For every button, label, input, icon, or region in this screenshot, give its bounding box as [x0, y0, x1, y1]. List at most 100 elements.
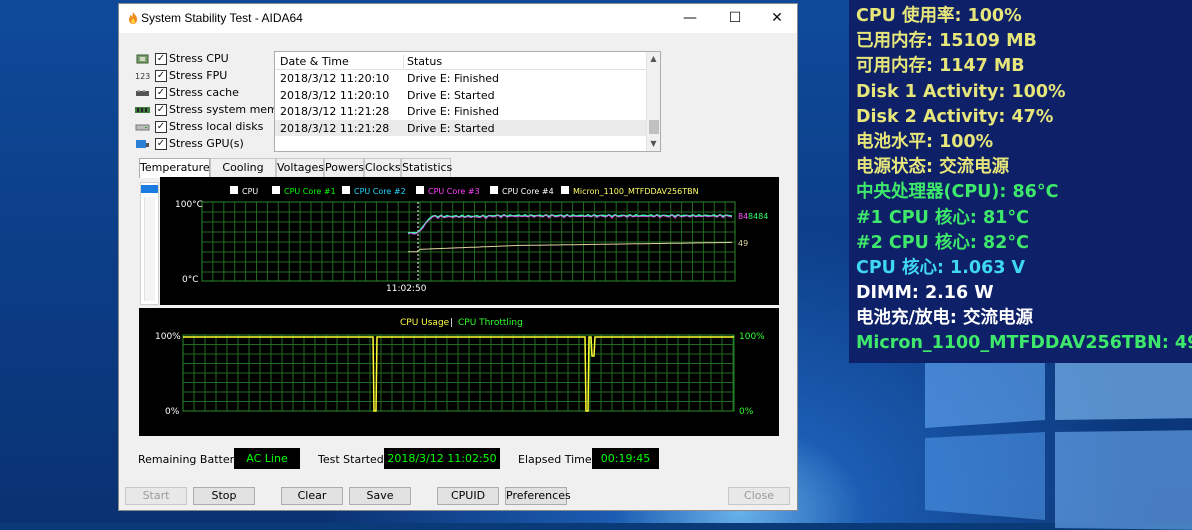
temperature-graph: CPU CPU Core #1 CPU Core #2 CPU Core #3 CPU … [175, 186, 768, 294]
sensor-line: CPU 核心: 1.063 V [856, 257, 1026, 278]
memory-icon [135, 107, 150, 113]
cpu-temp-series [408, 213, 733, 234]
stress-disks-option[interactable]: ✓ Stress local disks [133, 119, 278, 136]
svg-text:123: 123 [135, 72, 150, 81]
stop-button[interactable]: Stop [193, 487, 255, 505]
status-log: Date & Time Status 2018/3/12 11:20:10 Dr… [274, 51, 661, 152]
log-row[interactable]: 2018/3/12 11:20:10 Drive E: Finished [275, 70, 660, 87]
log-row[interactable]: 2018/3/12 11:21:28 Drive E: Finished [275, 103, 660, 120]
legend-checkbox[interactable] [342, 186, 350, 194]
log-status: Drive E: Started [407, 121, 495, 135]
temp-value-right: 8484 [748, 212, 768, 221]
cpuid-button[interactable]: CPUID [437, 487, 499, 505]
stress-memory-checkbox[interactable]: ✓ [155, 104, 167, 116]
stress-cache-option[interactable]: ✓ Stress cache [133, 85, 278, 102]
legend-checkbox[interactable] [272, 186, 280, 194]
scroll-down-icon[interactable]: ▼ [647, 137, 660, 151]
legend-label: CPU Core #4 [502, 187, 554, 196]
stress-cpu-checkbox[interactable]: ✓ [155, 53, 167, 65]
gpu-icon [136, 140, 149, 148]
sensor-selector-bar[interactable] [140, 182, 159, 305]
preferences-button[interactable]: Preferences [505, 487, 571, 505]
close-button[interactable]: Close [728, 487, 790, 505]
sensor-line: 电池水平: 100% [856, 131, 994, 152]
stress-cpu-label: Stress CPU [169, 52, 229, 65]
tab-clocks[interactable]: Clocks [364, 158, 401, 177]
scroll-thumb[interactable] [649, 120, 659, 134]
status-column-header[interactable]: Status [403, 55, 633, 68]
temp-y-bottom-label: 0°C [182, 275, 199, 285]
log-date: 2018/3/12 11:20:10 [280, 72, 390, 85]
close-window-button[interactable]: ✕ [757, 4, 797, 33]
cpu-throttling-legend: CPU Throttling [458, 318, 523, 328]
log-date: 2018/3/12 11:21:28 [280, 105, 390, 118]
log-date: 2018/3/12 11:21:28 [280, 121, 390, 135]
maximize-button[interactable]: ☐ [715, 4, 755, 33]
stress-fpu-label: Stress FPU [169, 69, 228, 82]
stress-fpu-checkbox[interactable]: ✓ [155, 70, 167, 82]
test-started-label: Test Started: [318, 453, 388, 466]
title-bar: System Stability Test - AIDA64 — ☐ ✕ [119, 4, 797, 33]
log-header: Date & Time Status [275, 52, 660, 70]
sensor-line: #2 CPU 核心: 82°C [856, 232, 1029, 253]
legend-checkbox[interactable] [490, 186, 498, 194]
disk-temp-series [408, 241, 733, 253]
legend-label: CPU [242, 187, 258, 196]
disk-temp-value: 49 [738, 239, 748, 248]
legend-label: Micron_1100_MTFDDAV256TBN [573, 187, 699, 196]
scroll-up-icon[interactable]: ▲ [647, 52, 660, 66]
start-button[interactable]: Start [125, 487, 187, 505]
sensor-overlay: CPU 使用率: 100% 已用内存: 15109 MB 可用内存: 1147 MB… [849, 0, 1192, 363]
stress-disks-checkbox[interactable]: ✓ [155, 121, 167, 133]
log-row[interactable]: 2018/3/12 11:20:10 Drive E: Started [275, 87, 660, 104]
log-date: 2018/3/12 11:20:10 [280, 88, 390, 102]
stress-gpu-label: Stress GPU(s) [169, 137, 244, 150]
log-row-selected[interactable]: 2018/3/12 11:21:28 Drive E: Started [275, 119, 660, 136]
stability-test-window: System Stability Test - AIDA64 — ☐ ✕ ✓ S… [118, 3, 798, 511]
cache-icon [136, 90, 149, 96]
legend-label: CPU Core #3 [428, 187, 480, 196]
cpu-usage-legend: CPU Usage [400, 318, 450, 328]
legend-label: CPU Core #2 [354, 187, 406, 196]
stress-cpu-option[interactable]: ✓ Stress CPU [133, 51, 278, 68]
sensor-line: Disk 1 Activity: 100% [856, 81, 1066, 102]
battery-value: AC Line [234, 448, 300, 469]
legend-checkbox[interactable] [230, 186, 238, 194]
elapsed-time-value: 00:19:45 [592, 448, 659, 469]
sensor-line: CPU 使用率: 100% [856, 6, 1022, 26]
disk-icon [135, 124, 150, 131]
sensor-line: 电源状态: 交流电源 [856, 157, 1010, 178]
test-started-value: 2018/3/12 11:02:50 [384, 448, 500, 469]
tab-temperatures[interactable]: Temperatures [139, 158, 215, 178]
legend-separator: | [450, 318, 453, 328]
stress-gpu-checkbox[interactable]: ✓ [155, 138, 167, 150]
minimize-button[interactable]: — [670, 4, 710, 33]
elapsed-time-label: Elapsed Time: [518, 453, 596, 466]
log-status: Drive E: Finished [407, 72, 500, 85]
tab-statistics[interactable]: Statistics [401, 158, 452, 177]
tab-powers[interactable]: Powers [324, 158, 364, 177]
save-button[interactable]: Save [349, 487, 411, 505]
cpu-icon [136, 54, 149, 64]
temp-y-top-label: 100°C [175, 200, 203, 210]
clear-button[interactable]: Clear [281, 487, 343, 505]
tab-cooling-fans[interactable]: Cooling Fans [210, 158, 276, 191]
cpu-usage-graph: CPU Usage | CPU Throttling 100% 0% 100% … [155, 318, 765, 417]
sensor-line: #1 CPU 核心: 81°C [856, 207, 1029, 228]
stress-fpu-option[interactable]: 123 ✓ Stress FPU [133, 68, 278, 85]
usage-y-top-right: 100% [739, 332, 765, 342]
battery-label: Remaining Battery: [138, 453, 244, 466]
temp-time-label: 11:02:50 [386, 284, 427, 294]
legend-checkbox[interactable] [561, 186, 569, 194]
temperature-chart: CPU CPU Core #1 CPU Core #2 CPU Core #3 CPU … [160, 177, 779, 305]
log-scrollbar[interactable]: ▲ ▼ [646, 52, 660, 151]
sensor-line: DIMM: 2.16 W [856, 283, 994, 304]
flame-icon [129, 12, 137, 24]
tab-voltages[interactable]: Voltages [276, 158, 324, 177]
stress-gpu-option[interactable]: ✓ Stress GPU(s) [133, 136, 278, 153]
stress-cache-checkbox[interactable]: ✓ [155, 87, 167, 99]
stress-options: ✓ Stress CPU 123 ✓ Stress FPU ✓ Stress c… [133, 51, 296, 153]
legend-checkbox[interactable] [416, 186, 424, 194]
stress-memory-option[interactable]: ✓ Stress system memory [133, 102, 296, 119]
date-column-header[interactable]: Date & Time [280, 55, 400, 68]
